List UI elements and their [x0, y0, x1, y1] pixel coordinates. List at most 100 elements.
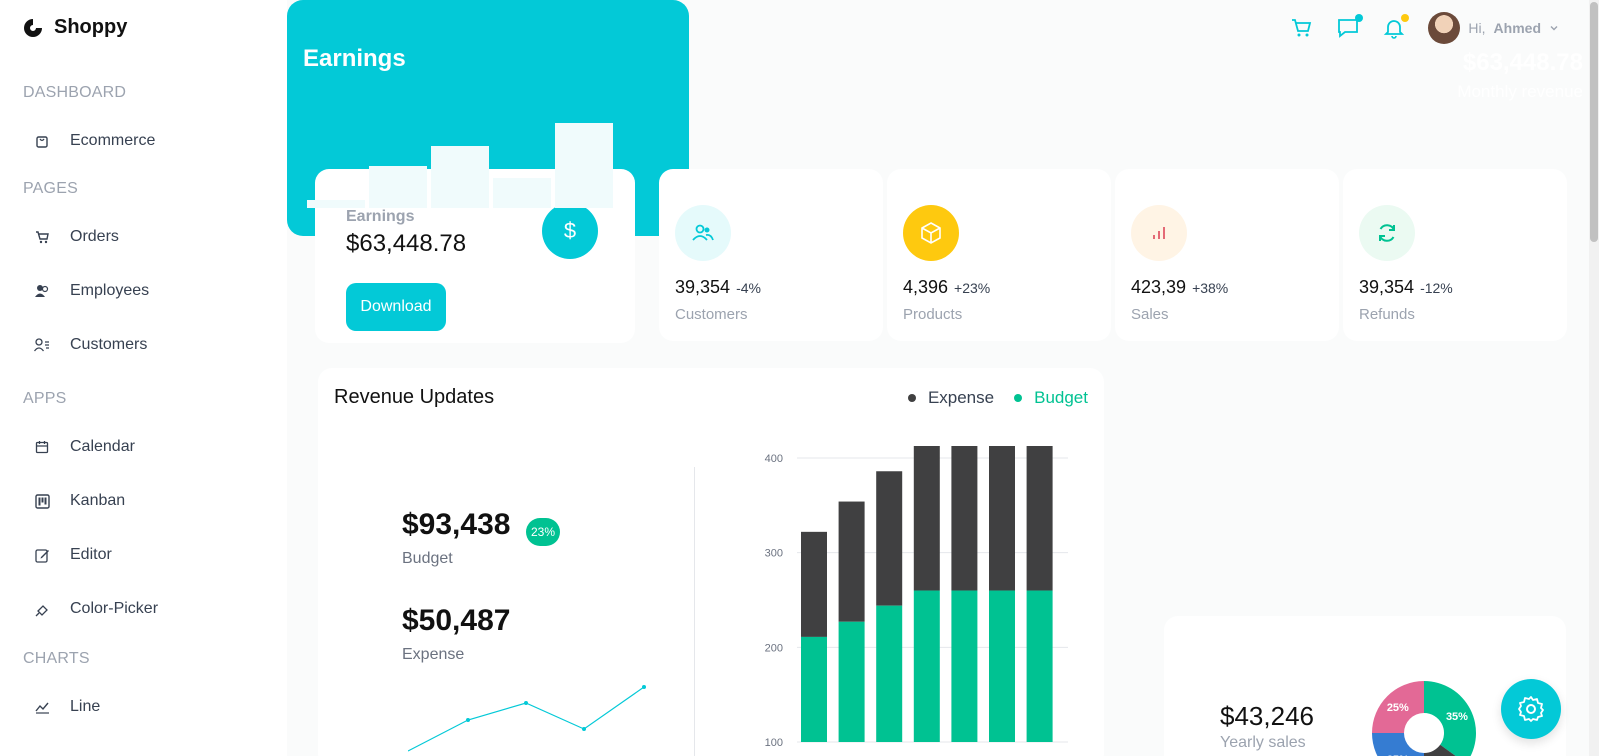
- y-tick-label: 100: [765, 737, 783, 749]
- legend-expense[interactable]: Expense: [907, 388, 994, 408]
- budget-value: $93,438: [402, 508, 511, 541]
- menu-toggle-button[interactable]: [327, 18, 349, 40]
- bar-expense: [838, 501, 865, 622]
- sidebar-item-color-picker[interactable]: Color-Picker: [34, 600, 158, 618]
- stat-value: 4,396 +23%: [903, 277, 991, 297]
- sidebar-item-label: Employees: [70, 282, 150, 299]
- stat-value: 39,354 -12%: [1359, 277, 1453, 297]
- line-chart-icon: [34, 699, 50, 715]
- sidebar-item-ecommerce[interactable]: Ecommerce: [34, 132, 155, 150]
- user-list-icon: [34, 337, 50, 353]
- stat-percent: -4%: [736, 280, 761, 296]
- cart-button[interactable]: [1290, 16, 1314, 40]
- sidebar-item-employees[interactable]: Employees: [34, 282, 149, 300]
- avatar: [1428, 12, 1461, 44]
- stacked-bar-chart: 100 200 300 400: [765, 446, 1068, 749]
- sidebar-item-label: Kanban: [70, 492, 126, 509]
- sparkline-point: [582, 727, 586, 731]
- user-name: Ahmed: [1493, 20, 1541, 36]
- monthly-bar: [493, 178, 551, 208]
- yearly-donut-chart: 35%15%25%25%: [1372, 681, 1476, 756]
- budget-badge: 23%: [526, 518, 560, 546]
- chat-notification-dot: [1355, 14, 1364, 22]
- shoppy-logo-icon: [24, 18, 42, 37]
- section-title-apps: APPS: [23, 390, 67, 407]
- bar-budget: [913, 590, 940, 742]
- sidebar-item-orders[interactable]: Orders: [34, 228, 119, 246]
- bar-expense: [913, 446, 940, 591]
- donut-label: 35%: [1446, 711, 1468, 723]
- monthly-bar: [307, 200, 365, 208]
- monthly-bar: [431, 146, 489, 208]
- cart-icon: [34, 229, 50, 245]
- stat-card-sales: 423,39 +38% Sales: [1115, 169, 1339, 341]
- monthly-bar: [555, 123, 613, 208]
- download-button[interactable]: Download: [346, 283, 446, 331]
- sparkline-point: [466, 718, 470, 722]
- stat-card-customers: 39,354 -4% Customers: [659, 169, 883, 341]
- color-picker-icon: [34, 601, 50, 617]
- stat-label: Refunds: [1359, 306, 1415, 323]
- greeting: Hi,: [1468, 20, 1486, 36]
- yearly-sales-value: $43,246: [1220, 701, 1314, 731]
- brand-logo[interactable]: Shoppy: [22, 16, 127, 39]
- scrollbar-thumb[interactable]: [1590, 2, 1598, 242]
- sidebar-item-customers[interactable]: Customers: [34, 336, 147, 354]
- shopping-bag-icon: [34, 133, 50, 149]
- expense-value: $50,487: [402, 604, 511, 637]
- sidebar-item-editor[interactable]: Editor: [34, 546, 112, 564]
- budget-label: Budget: [402, 550, 453, 567]
- bar-budget: [876, 605, 903, 742]
- sparkline-chart: [408, 685, 646, 752]
- monthly-bar: [369, 166, 427, 208]
- edit-icon: [34, 547, 50, 563]
- sidebar-item-label: Color-Picker: [70, 600, 159, 617]
- notification-button[interactable]: [1382, 14, 1410, 40]
- sidebar-item-label: Orders: [70, 228, 119, 245]
- bar-budget: [838, 621, 865, 742]
- monthly-bar-chart: [307, 123, 613, 208]
- donut-slice: [1372, 733, 1424, 756]
- page-scrollbar[interactable]: [1589, 0, 1599, 756]
- gear-icon: [1518, 696, 1544, 722]
- sidebar-item-calendar[interactable]: Calendar: [34, 438, 135, 456]
- calendar-icon: [34, 439, 50, 455]
- stat-label: Sales: [1131, 306, 1169, 323]
- bar-budget: [989, 590, 1015, 742]
- earnings-value: $63,448.78: [346, 230, 467, 257]
- stat-card-products: 4,396 +23% Products: [887, 169, 1111, 341]
- customers-icon[interactable]: [675, 205, 731, 261]
- cart-icon: [1292, 19, 1312, 37]
- sidebar-item-label: Customers: [70, 336, 148, 353]
- box-icon[interactable]: [903, 205, 959, 261]
- kanban-icon: [34, 493, 50, 509]
- sidebar-item-kanban[interactable]: Kanban: [34, 492, 125, 510]
- stat-percent: +23%: [954, 280, 991, 296]
- donut-label: 25%: [1387, 702, 1409, 714]
- bar-chart-icon[interactable]: [1131, 205, 1187, 261]
- bar-budget: [1026, 590, 1053, 742]
- stat-value: 423,39 +38%: [1131, 277, 1229, 297]
- notification-dot: [1401, 14, 1410, 22]
- sparkline-point: [524, 701, 528, 705]
- expense-label: Expense: [402, 646, 465, 663]
- top-navbar: Hi, Ahmed: [1290, 12, 1559, 44]
- earnings-title: Earnings: [303, 45, 406, 72]
- user-profile-menu[interactable]: Hi, Ahmed: [1428, 12, 1559, 44]
- revenue-title: Revenue Updates: [334, 386, 495, 408]
- main-content: Hi, Ahmed Earnings $63,448.78 $ Download…: [287, 0, 1599, 756]
- sidebar-item-label: Calendar: [70, 438, 135, 455]
- legend-budget[interactable]: Budget: [1014, 388, 1088, 408]
- sidebar-item-line[interactable]: Line: [34, 698, 100, 716]
- bar-expense: [989, 446, 1015, 591]
- settings-button[interactable]: [1501, 679, 1561, 739]
- yearly-sales-card: $43,246 Yearly sales 35%15%25%25%: [1164, 616, 1566, 756]
- section-title-charts: CHARTS: [23, 650, 90, 667]
- refresh-icon[interactable]: [1359, 205, 1415, 261]
- stat-percent: -12%: [1420, 280, 1453, 296]
- bar-expense: [876, 471, 903, 606]
- bar-expense: [801, 531, 827, 637]
- chat-button[interactable]: [1336, 14, 1364, 40]
- section-title-pages: PAGES: [23, 180, 78, 197]
- bar-budget: [801, 636, 827, 742]
